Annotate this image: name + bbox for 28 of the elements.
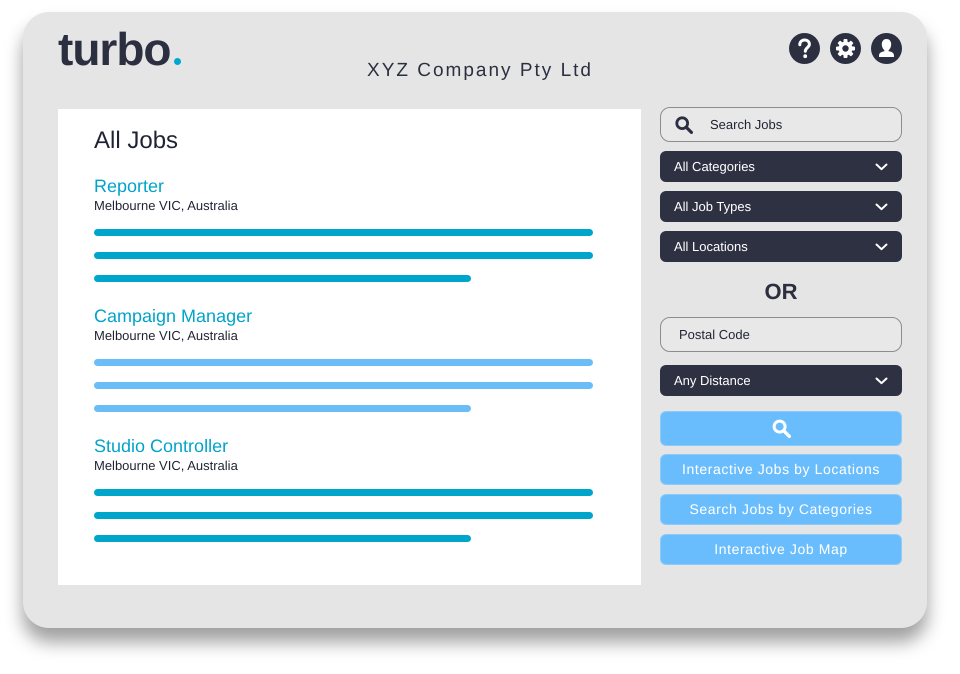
chevron-down-icon [875,202,888,210]
search-icon [772,419,790,438]
chevron-down-icon [875,242,888,250]
company-name: XYZ Company Pty Ltd [367,59,593,83]
help-icon[interactable] [789,33,820,64]
panel-title: All Jobs [94,126,178,156]
nav-button[interactable]: Search Jobs by Categories [660,494,902,525]
chevron-down-icon [875,376,888,384]
job-title-link[interactable]: Campaign Manager [94,305,252,327]
filter-dropdown[interactable]: All Categories [660,151,902,182]
logo: turbo [58,26,171,72]
filter-dropdown[interactable]: All Locations [660,231,902,262]
postal-code-field[interactable]: Postal Code [660,317,902,352]
job-location: Melbourne VIC, Australia [94,327,238,345]
nav-button[interactable]: Interactive Jobs by Locations [660,454,902,485]
user-icon[interactable] [871,33,902,64]
job-location: Melbourne VIC, Australia [94,197,238,215]
job-location: Melbourne VIC, Australia [94,457,238,475]
job-title-link[interactable]: Studio Controller [94,435,228,457]
distance-dropdown[interactable]: Any Distance [660,365,902,396]
filter-dropdown[interactable]: All Job Types [660,191,902,222]
job-title-link[interactable]: Reporter [94,175,164,197]
search-icon [675,116,693,134]
settings-icon[interactable] [830,33,861,64]
nav-button[interactable]: Interactive Job Map [660,534,902,565]
separator-text: OR [764,278,798,304]
chevron-down-icon [875,162,888,170]
search-field[interactable]: Search Jobs [660,107,902,142]
